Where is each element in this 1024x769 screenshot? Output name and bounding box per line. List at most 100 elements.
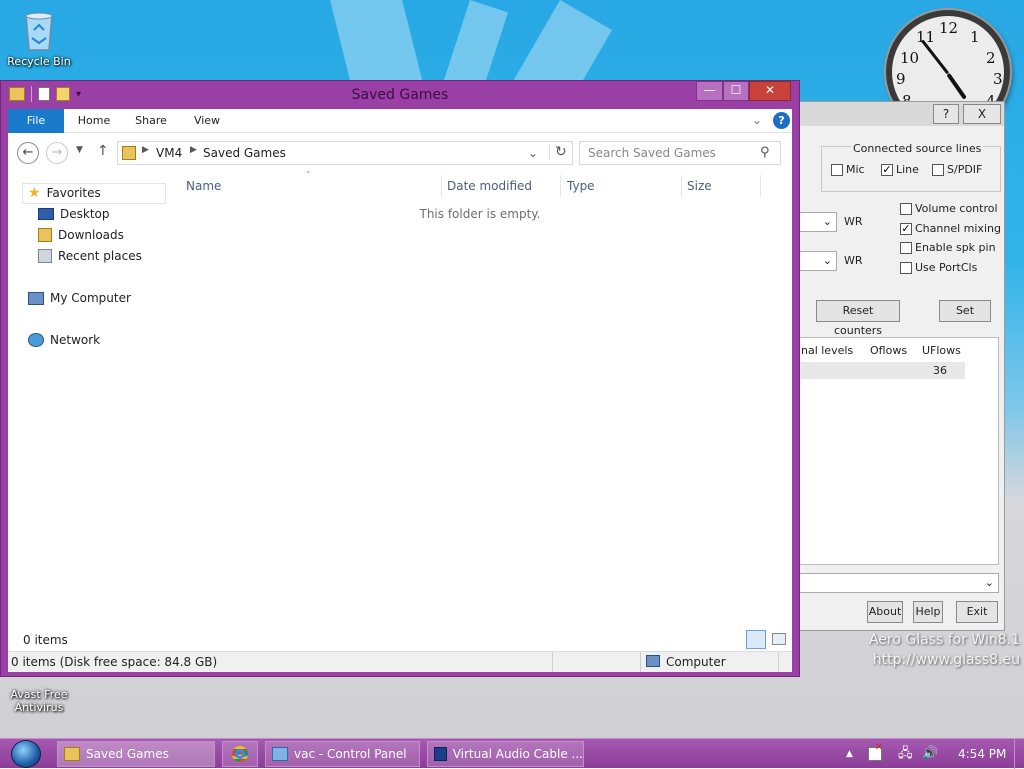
address-dropdown-icon[interactable]: ⌄ (528, 146, 538, 160)
checkbox-box[interactable] (900, 261, 912, 274)
col-signal-levels[interactable]: gnal levels (794, 344, 853, 357)
clock-number: 10 (900, 49, 920, 67)
action-center-icon[interactable]: ✕ (868, 739, 883, 769)
line-label: Line (896, 163, 919, 176)
vac-combo-1[interactable]: ⌄ (799, 212, 837, 232)
file-list[interactable]: ˄ Name Date modified Type Size This fold… (168, 171, 792, 629)
vac-bottom-combo[interactable]: ⌄ (799, 573, 999, 593)
item-count: 0 items (23, 633, 68, 647)
ribbon-tabs: File Home Share View ⌄ ? (8, 109, 792, 133)
uflows-cell: 36 (933, 364, 947, 377)
maximize-button[interactable]: ☐ (723, 81, 749, 101)
checkbox-box[interactable] (932, 163, 944, 176)
column-separator[interactable] (681, 175, 682, 197)
wr-label: WR (844, 254, 863, 267)
show-hidden-icons-button[interactable]: ▲ (846, 739, 853, 769)
volume-control-checkbox[interactable]: Volume control (900, 202, 998, 215)
help-button[interactable]: Help (913, 601, 943, 623)
breadcrumb-vm4[interactable]: VM4 (156, 146, 182, 160)
show-desktop-button[interactable] (1014, 739, 1024, 769)
column-separator[interactable] (560, 175, 561, 197)
status-computer-icon (646, 655, 660, 667)
exit-button[interactable]: Exit (956, 601, 998, 623)
favorites-header-bg (22, 183, 166, 204)
explorer-window[interactable]: ▾ Saved Games — ☐ ✕ File Home Share View… (0, 80, 800, 677)
help-icon[interactable]: ? (773, 112, 790, 129)
close-button[interactable]: ✕ (749, 81, 791, 101)
start-button[interactable] (4, 739, 48, 769)
desktop-label: Desktop (60, 207, 110, 221)
refresh-icon[interactable]: ↻ (549, 144, 567, 160)
hour-hand (946, 72, 967, 100)
taskbar-item-chrome[interactable] (222, 741, 258, 767)
explorer-titlebar[interactable]: ▾ Saved Games — ☐ ✕ (1, 81, 799, 109)
table-row[interactable]: 36 (800, 362, 965, 379)
column-type[interactable]: Type (567, 179, 595, 193)
vac-help-button[interactable]: ? (933, 104, 959, 124)
address-bar[interactable]: ▶ VM4 ▶ Saved Games ⌄ ↻ (117, 141, 573, 165)
use-portcls-checkbox[interactable]: Use PortCls (900, 261, 977, 274)
taskbar-item-saved-games[interactable]: Saved Games (57, 741, 215, 767)
vac-stats-table[interactable]: gnal levels Oflows UFlows 36 (794, 337, 999, 565)
desktop-icon (38, 208, 54, 220)
clock-time[interactable]: 4:54 PM (958, 739, 1006, 769)
back-button[interactable]: ← (17, 142, 39, 164)
minimize-button[interactable]: — (696, 81, 723, 101)
breadcrumb-saved-games[interactable]: Saved Games (203, 146, 286, 160)
spdif-label: S/PDIF (947, 163, 983, 176)
tab-view[interactable]: View (184, 109, 230, 133)
column-date-modified[interactable]: Date modified (447, 179, 532, 193)
vac-titlebar[interactable]: ? X (781, 102, 1004, 126)
vac-combo-2[interactable]: ⌄ (799, 251, 837, 271)
col-oflows[interactable]: Oflows (870, 344, 907, 357)
spdif-checkbox[interactable]: S/PDIF (932, 163, 982, 176)
sidebar-item-desktop[interactable]: Desktop (38, 207, 110, 221)
column-separator[interactable] (760, 175, 761, 197)
checkbox-box[interactable] (900, 241, 912, 254)
breadcrumb-separator-icon[interactable]: ▶ (190, 145, 197, 155)
tab-file[interactable]: File (8, 109, 64, 133)
reset-counters-button[interactable]: Reset counters (816, 300, 900, 337)
navigation-pane[interactable]: ★ Favorites Desktop Downloads Recent pla… (8, 173, 168, 629)
checkbox-box-checked[interactable]: ✓ (900, 222, 912, 235)
wr-label: WR (844, 215, 863, 228)
checkbox-box[interactable] (831, 163, 843, 176)
expand-ribbon-icon[interactable]: ⌄ (752, 113, 762, 127)
taskbar-item-control-panel[interactable]: vac - Control Panel (265, 741, 420, 767)
checkbox-box-checked[interactable]: ✓ (881, 163, 893, 176)
sidebar-item-downloads[interactable]: Downloads (38, 228, 124, 242)
mic-checkbox[interactable]: Mic (831, 163, 865, 176)
network-tray-icon[interactable]: 🖧 (898, 739, 913, 769)
large-icons-view-icon[interactable] (772, 633, 786, 645)
sidebar-item-recent-places[interactable]: Recent places (38, 249, 142, 263)
column-separator[interactable] (441, 175, 442, 197)
details-view-icon[interactable] (746, 630, 766, 649)
recycle-bin-desktop-icon[interactable]: Recycle Bin (0, 8, 78, 68)
vac-close-button[interactable]: X (963, 104, 1001, 124)
breadcrumb-separator-icon[interactable]: ▶ (142, 145, 149, 155)
volume-icon[interactable]: 🔊 (922, 739, 938, 769)
about-button[interactable]: About (867, 601, 903, 623)
tab-home[interactable]: Home (70, 109, 118, 133)
search-icon[interactable]: ⚲ (760, 145, 770, 160)
column-size[interactable]: Size (687, 179, 712, 193)
enable-spk-pin-checkbox[interactable]: Enable spk pin (900, 241, 996, 254)
checkbox-box[interactable] (900, 202, 912, 215)
vac-window[interactable]: ? X Connected source lines Mic ✓ Line S/… (780, 101, 1005, 631)
search-input[interactable]: Search Saved Games (579, 141, 781, 165)
sidebar-item-my-computer[interactable]: My Computer (28, 291, 131, 305)
line-checkbox[interactable]: ✓ Line (881, 163, 919, 176)
column-name[interactable]: Name (186, 179, 221, 193)
chrome-icon (232, 746, 248, 762)
computer-icon (28, 291, 44, 305)
set-button[interactable]: Set (939, 300, 991, 322)
avast-desktop-icon[interactable]: Avast Free Antivirus (0, 688, 78, 714)
forward-button[interactable]: → (46, 142, 68, 164)
recent-locations-icon[interactable]: ▼ (76, 145, 83, 155)
taskbar-item-virtual-audio-cable[interactable]: Virtual Audio Cable ... (427, 741, 584, 767)
col-uflows[interactable]: UFlows (922, 344, 961, 357)
channel-mixing-checkbox[interactable]: ✓ Channel mixing (900, 222, 1001, 235)
sidebar-item-network[interactable]: Network (28, 333, 100, 347)
up-arrow-icon[interactable]: ↑ (97, 143, 109, 159)
tab-share[interactable]: Share (128, 109, 174, 133)
